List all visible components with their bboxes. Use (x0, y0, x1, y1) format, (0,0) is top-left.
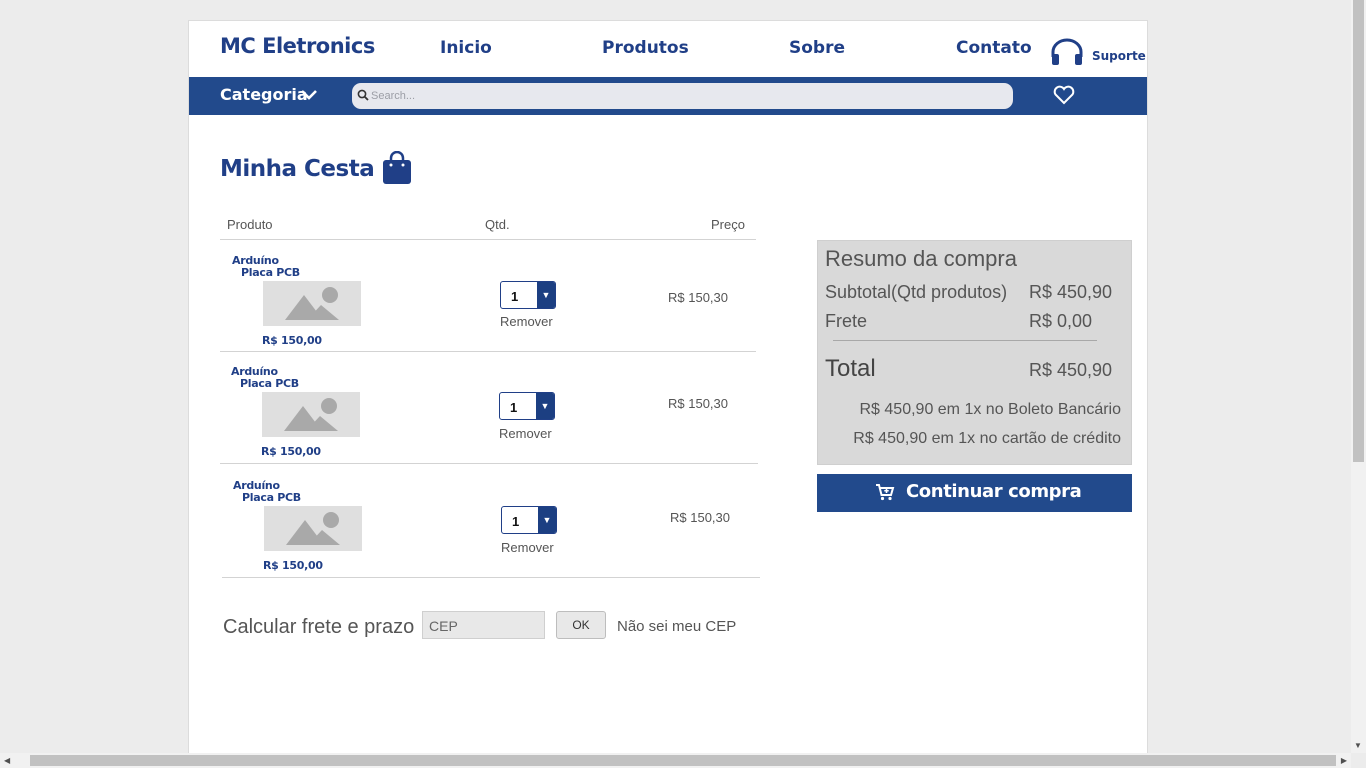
product-image[interactable] (262, 392, 360, 437)
dropdown-arrow-icon: ▼ (538, 507, 556, 533)
quantity-value: 1 (512, 514, 520, 529)
order-summary-panel: Resumo da compra Subtotal(Qtd produtos) … (817, 240, 1132, 465)
product-name-line2: Placa PCB (240, 377, 299, 390)
column-header-price: Preço (711, 217, 745, 232)
summary-title: Resumo da compra (825, 246, 1017, 271)
total-label: Total (825, 355, 876, 382)
cep-input[interactable]: CEP (422, 611, 545, 639)
image-placeholder-icon (285, 287, 339, 320)
remove-link[interactable]: Remover (499, 426, 552, 441)
continue-purchase-button[interactable]: Continuar compra (817, 474, 1132, 512)
row-divider (222, 577, 760, 578)
quantity-select[interactable]: 1 ▼ (499, 392, 555, 420)
dropdown-arrow-icon: ▼ (537, 282, 555, 308)
dropdown-arrow-icon: ▼ (536, 393, 554, 419)
remove-link[interactable]: Remover (500, 314, 553, 329)
continue-purchase-label: Continuar compra (906, 481, 1082, 502)
quantity-select[interactable]: 1 ▼ (501, 506, 557, 534)
cart-icon (876, 484, 895, 501)
shipping-value: R$ 0,00 (1029, 311, 1093, 331)
quantity-select[interactable]: 1 ▼ (500, 281, 556, 309)
quantity-value: 1 (510, 400, 518, 415)
product-unit-price: R$ 150,00 (262, 334, 322, 347)
product-name[interactable]: Arduíno Placa PCB (233, 480, 301, 504)
summary-divider (833, 340, 1097, 341)
installment-card: R$ 450,90 em 1x no cartão de crédito (853, 430, 1121, 447)
cep-placeholder: CEP (429, 618, 458, 634)
product-name[interactable]: Arduíno Placa PCB (231, 366, 299, 390)
nav-produtos[interactable]: Produtos (602, 38, 689, 58)
page-title: Minha Cesta (220, 156, 375, 182)
nav-inicio[interactable]: Inicio (440, 38, 492, 58)
line-price: R$ 150,30 (668, 396, 728, 411)
image-placeholder-icon (284, 398, 338, 431)
row-divider (220, 463, 758, 464)
nav-sobre[interactable]: Sobre (789, 38, 845, 58)
line-price: R$ 150,30 (670, 510, 730, 525)
shipping-label: Frete (825, 311, 868, 331)
horizontal-scrollbar-thumb[interactable] (30, 755, 1336, 766)
total-value: R$ 450,90 (1029, 360, 1113, 380)
category-dropdown[interactable]: Categoria (220, 85, 317, 104)
no-cep-link[interactable]: Não sei meu CEP (617, 618, 736, 635)
table-divider (220, 239, 756, 240)
scroll-down-arrow-icon[interactable]: ▼ (1354, 741, 1362, 750)
nav-contato[interactable]: Contato (956, 38, 1032, 58)
chevron-down-icon (301, 90, 317, 100)
product-image[interactable] (263, 281, 361, 326)
remove-link[interactable]: Remover (501, 540, 554, 555)
product-unit-price: R$ 150,00 (261, 445, 321, 458)
product-unit-price: R$ 150,00 (263, 559, 323, 572)
product-name-line2: Placa PCB (242, 491, 301, 504)
image-placeholder-icon (286, 512, 340, 545)
scroll-left-arrow-icon[interactable]: ◀ (4, 756, 10, 765)
brand-logo[interactable]: MC Eletronics (220, 34, 375, 58)
vertical-scrollbar[interactable]: ▼ (1351, 0, 1366, 753)
support-label: Suporte (1092, 49, 1146, 63)
scroll-right-arrow-icon[interactable]: ▶ (1341, 756, 1347, 765)
category-search-bar: Categoria Search... (189, 77, 1147, 115)
installment-boleto: R$ 450,90 em 1x no Boleto Bancário (859, 401, 1122, 418)
product-name-line2: Placa PCB (241, 266, 300, 279)
page-container: MC Eletronics Inicio Produtos Sobre Cont… (188, 20, 1148, 761)
headset-icon (1051, 38, 1083, 65)
row-divider (220, 351, 756, 352)
heart-icon[interactable] (1053, 85, 1075, 105)
product-image[interactable] (264, 506, 362, 551)
subtotal-value: R$ 450,90 (1029, 282, 1113, 302)
column-header-qty: Qtd. (485, 217, 510, 232)
ok-button[interactable]: OK (556, 611, 606, 639)
product-name[interactable]: Arduíno Placa PCB (232, 255, 300, 279)
search-input[interactable]: Search... (352, 83, 1013, 109)
shopping-bag-icon (383, 151, 411, 184)
vertical-scrollbar-thumb[interactable] (1353, 0, 1364, 462)
column-header-product: Produto (227, 217, 273, 232)
quantity-value: 1 (511, 289, 519, 304)
site-header: MC Eletronics Inicio Produtos Sobre Cont… (189, 21, 1147, 77)
subtotal-label: Subtotal(Qtd produtos) (825, 282, 1008, 302)
shipping-calculator-label: Calcular frete e prazo (223, 616, 415, 638)
line-price: R$ 150,30 (668, 290, 728, 305)
search-icon (357, 89, 369, 101)
horizontal-scrollbar[interactable]: ◀ ▶ (0, 753, 1351, 768)
category-label: Categoria (220, 85, 308, 104)
search-placeholder: Search... (371, 90, 416, 102)
